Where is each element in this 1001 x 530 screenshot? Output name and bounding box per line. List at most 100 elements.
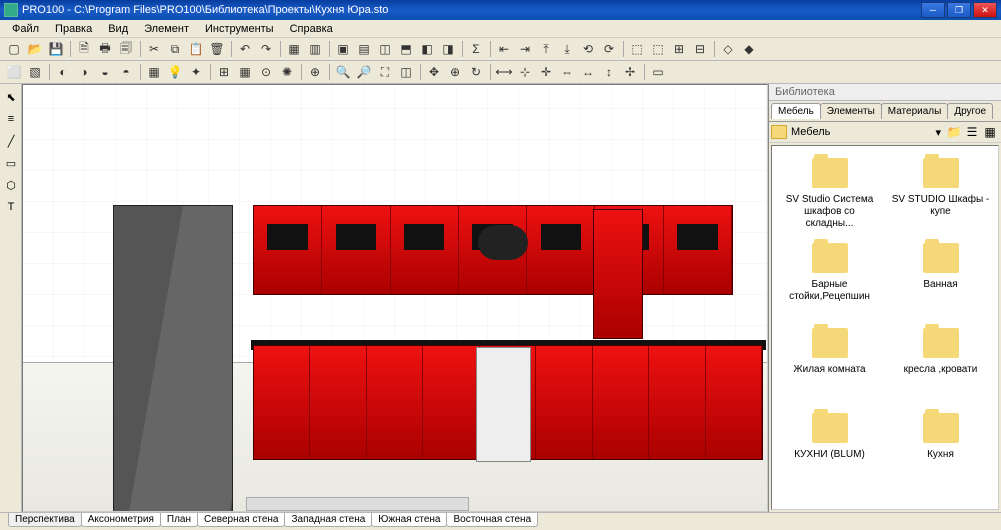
dim-icon[interactable]: ✛ xyxy=(536,62,556,82)
view-tab[interactable]: Восточная стена xyxy=(446,513,538,527)
library-folder-item[interactable]: Жилая комната xyxy=(774,324,885,409)
menu-item[interactable]: Инструменты xyxy=(197,21,282,37)
open-icon[interactable]: 📂 xyxy=(25,39,45,59)
scene-wall-panel[interactable] xyxy=(593,209,643,339)
paste-icon[interactable]: 📋 xyxy=(186,39,206,59)
grid-icon[interactable]: ⊞ xyxy=(214,62,234,82)
shade-icon[interactable]: ◐ xyxy=(53,62,73,82)
snap-icon[interactable]: ⊙ xyxy=(256,62,276,82)
library-tab[interactable]: Элементы xyxy=(820,103,882,119)
dim-icon[interactable]: ✢ xyxy=(620,62,640,82)
shade-icon[interactable]: ◑ xyxy=(74,62,94,82)
view-tab[interactable]: Перспектива xyxy=(8,513,82,527)
text-icon[interactable]: T xyxy=(1,197,21,217)
close-button[interactable]: ✕ xyxy=(973,2,997,18)
new-icon[interactable]: ▢ xyxy=(4,39,24,59)
save-icon[interactable]: 💾 xyxy=(46,39,66,59)
library-folder-item[interactable]: SV STUDIO Шкафы - купе xyxy=(885,154,996,239)
render-icon[interactable]: ⬜ xyxy=(4,62,24,82)
view-icon[interactable]: ◧ xyxy=(417,39,437,59)
viewport-3d[interactable] xyxy=(22,84,768,512)
shade-icon[interactable]: ◓ xyxy=(116,62,136,82)
export-icon[interactable]: 🗐 xyxy=(116,39,136,59)
light-icon[interactable]: 💡 xyxy=(165,62,185,82)
shade-icon[interactable]: ◒ xyxy=(95,62,115,82)
undo-icon[interactable]: ↶ xyxy=(235,39,255,59)
up-folder-icon[interactable]: 📁 xyxy=(946,124,962,140)
view-icon[interactable]: ◨ xyxy=(438,39,458,59)
grid-icon[interactable]: ▦ xyxy=(235,62,255,82)
render-icon[interactable]: ▧ xyxy=(25,62,45,82)
group-icon[interactable]: ⬚ xyxy=(627,39,647,59)
zoom-icon[interactable]: ⊕ xyxy=(305,62,325,82)
shape-icon[interactable]: ⬡ xyxy=(1,175,21,195)
view-icon[interactable]: ▤ xyxy=(354,39,374,59)
minimize-button[interactable]: ─ xyxy=(921,2,945,18)
rotate-icon[interactable]: ⟳ xyxy=(599,39,619,59)
print-preview-icon[interactable]: 🗎 xyxy=(74,39,94,59)
dim-icon[interactable]: ↔ xyxy=(578,62,598,82)
target-icon[interactable]: ✺ xyxy=(277,62,297,82)
menu-item[interactable]: Правка xyxy=(47,21,100,37)
library-folder-item[interactable]: Барные стойки,Рецепшин xyxy=(774,239,885,324)
menu-item[interactable]: Файл xyxy=(4,21,47,37)
zoom-sel-icon[interactable]: ◫ xyxy=(396,62,416,82)
tool-icon[interactable]: ▥ xyxy=(305,39,325,59)
dim-icon[interactable]: ↕ xyxy=(599,62,619,82)
horizontal-scrollbar[interactable] xyxy=(246,497,469,511)
dim-icon[interactable]: ⇔ xyxy=(557,62,577,82)
view-tab[interactable]: Аксонометрия xyxy=(81,513,161,527)
tool-icon[interactable]: ◇ xyxy=(718,39,738,59)
rotate-icon[interactable]: ⟲ xyxy=(578,39,598,59)
menu-item[interactable]: Справка xyxy=(282,21,341,37)
ungroup-icon[interactable]: ⬚ xyxy=(648,39,668,59)
library-folder-item[interactable]: Ванная xyxy=(885,239,996,324)
tool-icon[interactable]: ⊞ xyxy=(669,39,689,59)
path-dropdown-icon[interactable]: ▾ xyxy=(931,126,945,139)
view-grid-icon[interactable]: ▦ xyxy=(982,124,998,140)
measure-icon[interactable]: ≡ xyxy=(1,109,21,129)
library-tab[interactable]: Материалы xyxy=(881,103,949,119)
tool-icon[interactable]: ▭ xyxy=(648,62,668,82)
zoom-out-icon[interactable]: 🔎 xyxy=(354,62,374,82)
redo-icon[interactable]: ↷ xyxy=(256,39,276,59)
view-tab[interactable]: Южная стена xyxy=(371,513,447,527)
view-list-icon[interactable]: ☰ xyxy=(964,124,980,140)
view-icon[interactable]: ⬒ xyxy=(396,39,416,59)
align-icon[interactable]: ⤒ xyxy=(536,39,556,59)
sum-icon[interactable]: Σ xyxy=(466,39,486,59)
view-tab[interactable]: Западная стена xyxy=(284,513,372,527)
rect-icon[interactable]: ▭ xyxy=(1,153,21,173)
zoom-in-icon[interactable]: 🔍 xyxy=(333,62,353,82)
library-folder-item[interactable]: кресла ,кровати xyxy=(885,324,996,409)
library-folder-item[interactable]: SV Studio Система шкафов со складны... xyxy=(774,154,885,239)
scene-fridge[interactable] xyxy=(113,205,233,512)
delete-icon[interactable]: 🗑 xyxy=(207,39,227,59)
align-icon[interactable]: ⇥ xyxy=(515,39,535,59)
move-icon[interactable]: ✥ xyxy=(424,62,444,82)
tool-icon[interactable]: ▦ xyxy=(284,39,304,59)
orbit-icon[interactable]: ↻ xyxy=(466,62,486,82)
dim-icon[interactable]: ⊹ xyxy=(515,62,535,82)
tool-icon[interactable]: ◆ xyxy=(739,39,759,59)
view-tab[interactable]: План xyxy=(160,513,198,527)
scene-hood[interactable] xyxy=(478,225,528,260)
library-folder-item[interactable]: КУХНИ (BLUM) xyxy=(774,409,885,494)
select-icon[interactable]: ⬉ xyxy=(1,87,21,107)
view-tab[interactable]: Северная стена xyxy=(197,513,286,527)
align-icon[interactable]: ⇤ xyxy=(494,39,514,59)
center-icon[interactable]: ⊕ xyxy=(445,62,465,82)
cut-icon[interactable]: ✂ xyxy=(144,39,164,59)
library-tab[interactable]: Другое xyxy=(947,103,993,119)
bulb-icon[interactable]: ✦ xyxy=(186,62,206,82)
print-icon[interactable]: 🖶 xyxy=(95,39,115,59)
library-folder-item[interactable]: Кухня xyxy=(885,409,996,494)
dim-icon[interactable]: ⟷ xyxy=(494,62,514,82)
layer-icon[interactable]: ▦ xyxy=(144,62,164,82)
line-icon[interactable]: ╱ xyxy=(1,131,21,151)
menu-item[interactable]: Вид xyxy=(100,21,136,37)
maximize-button[interactable]: ❐ xyxy=(947,2,971,18)
library-tab[interactable]: Мебель xyxy=(771,103,821,119)
view-icon[interactable]: ▣ xyxy=(333,39,353,59)
view-icon[interactable]: ◫ xyxy=(375,39,395,59)
